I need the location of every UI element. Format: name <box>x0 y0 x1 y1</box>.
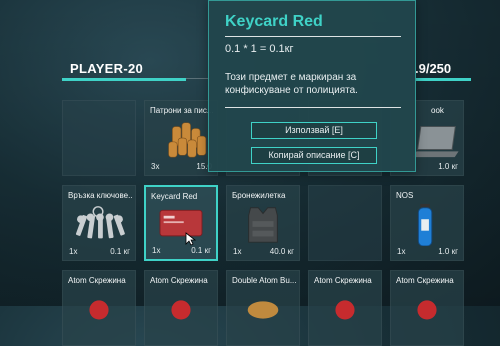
player-name: PLAYER-20 <box>70 61 144 76</box>
tooltip-description: Този предмет е маркиран за конфискуване … <box>225 72 358 96</box>
mouse-cursor-icon <box>185 232 197 246</box>
copy-description-button[interactable]: Копирай описание [C] <box>251 147 377 164</box>
slot-item-count: 1x <box>397 247 406 256</box>
burger-icon <box>227 287 299 331</box>
slot-item-count: 1x <box>152 246 161 255</box>
inventory-slot-1[interactable] <box>62 100 136 176</box>
nos-bottle-icon <box>391 202 463 246</box>
slot-item-name: Double Atom Bu... <box>232 276 296 285</box>
drink-cup-icon <box>145 287 217 331</box>
other-inventory-header: .9/250 <box>415 58 475 82</box>
keycard-icon <box>146 203 216 245</box>
tooltip-title: Keycard Red <box>225 13 323 30</box>
slot-item-name: Atom Скрежина <box>150 276 208 285</box>
slot-item-weight: 0.1 кг <box>191 246 211 255</box>
slot-item-name: Atom Скрежина <box>396 276 454 285</box>
inventory-slot-8[interactable]: Бронежилетка 1x 40.0 кг <box>226 185 300 261</box>
slot-item-weight: 0.1 кг <box>110 247 130 256</box>
slot-item-count: 1x <box>233 247 242 256</box>
inventory-slot-10[interactable]: NOS 1x 1.0 кг <box>390 185 464 261</box>
inventory-slot-11[interactable]: Atom Скрежина <box>62 270 136 346</box>
slot-item-name: NOS <box>396 191 414 200</box>
inventory-slot-13[interactable]: Double Atom Bu... <box>226 270 300 346</box>
slot-item-name: Патрони за пис... <box>150 106 214 115</box>
drink-cup-icon <box>309 287 381 331</box>
vest-icon <box>227 202 299 246</box>
slot-item-count: 1x <box>69 247 78 256</box>
tooltip-divider-top <box>225 36 401 37</box>
inventory-slot-6[interactable]: Връзка ключове... 1x 0.1 кг <box>62 185 136 261</box>
tooltip-weight-formula: 0.1 * 1 = 0.1кг <box>225 43 294 55</box>
inventory-slot-12[interactable]: Atom Скрежина <box>144 270 218 346</box>
slot-item-name: Atom Скрежина <box>68 276 126 285</box>
slot-item-name: Бронежилетка <box>232 191 286 200</box>
player-tab-underline <box>62 78 186 81</box>
other-inventory-weight: .9/250 <box>415 61 452 76</box>
bullets-icon <box>145 117 217 161</box>
slot-item-weight: 1.0 кг <box>438 247 458 256</box>
keys-icon <box>63 202 135 246</box>
slot-item-name: ook <box>431 106 444 115</box>
inventory-slot-15[interactable]: Atom Скрежина <box>390 270 464 346</box>
other-tab-underline <box>415 78 471 81</box>
slot-item-name: Atom Скрежина <box>314 276 372 285</box>
slot-item-weight: 1.0 кг <box>438 162 458 171</box>
slot-item-count: 3x <box>151 162 160 171</box>
drink-cup-icon <box>63 287 135 331</box>
slot-item-name: Keycard Red <box>151 192 198 201</box>
inventory-slot-2[interactable]: Патрони за пис... 3x 15.0 <box>144 100 218 176</box>
slot-item-weight: 40.0 кг <box>269 247 294 256</box>
use-item-button[interactable]: Използвай [E] <box>251 122 377 139</box>
player-inventory-header: PLAYER-20 <box>62 58 186 82</box>
inventory-slot-7[interactable]: Keycard Red 1x 0.1 кг <box>144 185 218 261</box>
tooltip-divider-bottom <box>225 107 401 108</box>
header-divider <box>186 78 210 79</box>
drink-cup-icon <box>391 287 463 331</box>
slot-item-name: Връзка ключове... <box>68 191 132 200</box>
item-tooltip: Keycard Red 0.1 * 1 = 0.1кг Този предмет… <box>208 0 416 172</box>
inventory-slot-9[interactable] <box>308 185 382 261</box>
inventory-slot-14[interactable]: Atom Скрежина <box>308 270 382 346</box>
